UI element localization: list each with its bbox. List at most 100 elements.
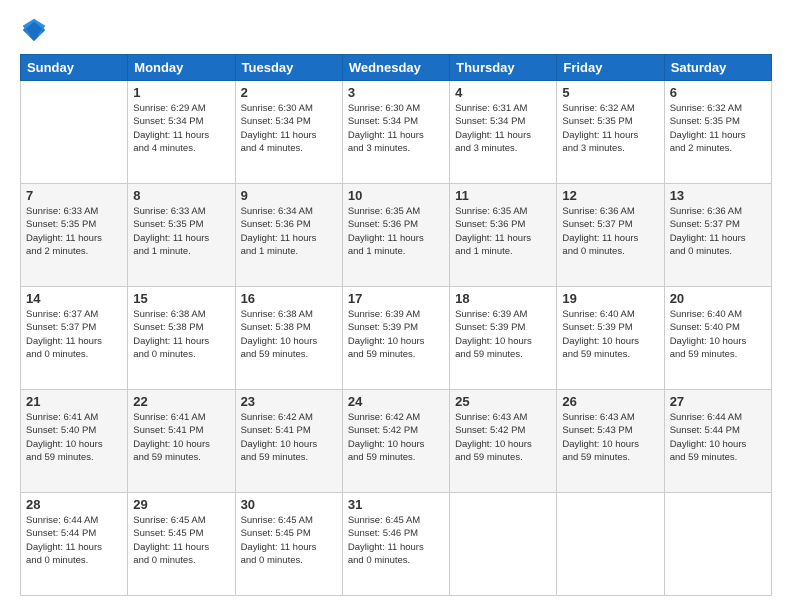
calendar-cell: 13 Sunrise: 6:36 AM Sunset: 5:37 PM Dayli… — [664, 184, 771, 287]
day-info: Sunrise: 6:41 AM Sunset: 5:40 PM Dayligh… — [26, 411, 122, 464]
day-info: Sunrise: 6:44 AM Sunset: 5:44 PM Dayligh… — [26, 514, 122, 567]
day-info: Sunrise: 6:35 AM Sunset: 5:36 PM Dayligh… — [348, 205, 444, 258]
day-number: 15 — [133, 291, 229, 306]
day-info: Sunrise: 6:45 AM Sunset: 5:45 PM Dayligh… — [133, 514, 229, 567]
day-number: 27 — [670, 394, 766, 409]
weekday-header: Friday — [557, 55, 664, 81]
calendar-cell: 26 Sunrise: 6:43 AM Sunset: 5:43 PM Dayli… — [557, 390, 664, 493]
day-info: Sunrise: 6:43 AM Sunset: 5:43 PM Dayligh… — [562, 411, 658, 464]
day-number: 3 — [348, 85, 444, 100]
calendar-cell: 22 Sunrise: 6:41 AM Sunset: 5:41 PM Dayli… — [128, 390, 235, 493]
calendar-cell: 1 Sunrise: 6:29 AM Sunset: 5:34 PM Daylig… — [128, 81, 235, 184]
page: SundayMondayTuesdayWednesdayThursdayFrid… — [0, 0, 792, 612]
day-info: Sunrise: 6:39 AM Sunset: 5:39 PM Dayligh… — [348, 308, 444, 361]
calendar-cell: 7 Sunrise: 6:33 AM Sunset: 5:35 PM Daylig… — [21, 184, 128, 287]
day-number: 5 — [562, 85, 658, 100]
calendar-week-row: 28 Sunrise: 6:44 AM Sunset: 5:44 PM Dayli… — [21, 493, 772, 596]
calendar-cell: 25 Sunrise: 6:43 AM Sunset: 5:42 PM Dayli… — [450, 390, 557, 493]
day-number: 20 — [670, 291, 766, 306]
calendar-cell: 27 Sunrise: 6:44 AM Sunset: 5:44 PM Dayli… — [664, 390, 771, 493]
calendar-cell: 8 Sunrise: 6:33 AM Sunset: 5:35 PM Daylig… — [128, 184, 235, 287]
day-number: 19 — [562, 291, 658, 306]
day-number: 16 — [241, 291, 337, 306]
calendar-cell: 2Sunrise: 6:30 AM Sunset: 5:34 PM Daylig… — [235, 81, 342, 184]
calendar-cell: 4 Sunrise: 6:31 AM Sunset: 5:34 PM Daylig… — [450, 81, 557, 184]
day-number: 31 — [348, 497, 444, 512]
day-number: 1 — [133, 85, 229, 100]
calendar-cell: 19 Sunrise: 6:40 AM Sunset: 5:39 PM Dayli… — [557, 287, 664, 390]
weekday-header: Tuesday — [235, 55, 342, 81]
calendar-week-row: 7 Sunrise: 6:33 AM Sunset: 5:35 PM Daylig… — [21, 184, 772, 287]
weekday-header: Sunday — [21, 55, 128, 81]
day-number: 18 — [455, 291, 551, 306]
weekday-header: Thursday — [450, 55, 557, 81]
day-info: Sunrise: 6:45 AM Sunset: 5:46 PM Dayligh… — [348, 514, 444, 567]
day-info: Sunrise: 6:33 AM Sunset: 5:35 PM Dayligh… — [133, 205, 229, 258]
day-number: 24 — [348, 394, 444, 409]
day-info: Sunrise: 6:30 AM Sunset: 5:34 PM Dayligh… — [241, 102, 337, 155]
calendar-cell — [450, 493, 557, 596]
calendar-cell: 28 Sunrise: 6:44 AM Sunset: 5:44 PM Dayli… — [21, 493, 128, 596]
calendar-cell: 9Sunrise: 6:34 AM Sunset: 5:36 PM Daylig… — [235, 184, 342, 287]
day-number: 9 — [241, 188, 337, 203]
calendar-table: SundayMondayTuesdayWednesdayThursdayFrid… — [20, 54, 772, 596]
day-number: 29 — [133, 497, 229, 512]
calendar-cell: 16Sunrise: 6:38 AM Sunset: 5:38 PM Dayli… — [235, 287, 342, 390]
header — [20, 16, 772, 44]
day-number: 6 — [670, 85, 766, 100]
calendar-cell: 14Sunrise: 6:37 AM Sunset: 5:37 PM Dayli… — [21, 287, 128, 390]
day-number: 11 — [455, 188, 551, 203]
logo-icon — [20, 16, 48, 44]
day-number: 28 — [26, 497, 122, 512]
day-number: 30 — [241, 497, 337, 512]
calendar-cell: 20 Sunrise: 6:40 AM Sunset: 5:40 PM Dayli… — [664, 287, 771, 390]
weekday-header: Saturday — [664, 55, 771, 81]
day-info: Sunrise: 6:40 AM Sunset: 5:39 PM Dayligh… — [562, 308, 658, 361]
day-info: Sunrise: 6:32 AM Sunset: 5:35 PM Dayligh… — [562, 102, 658, 155]
calendar-cell — [557, 493, 664, 596]
logo — [20, 16, 52, 44]
calendar-cell: 18 Sunrise: 6:39 AM Sunset: 5:39 PM Dayli… — [450, 287, 557, 390]
calendar-cell: 23 Sunrise: 6:42 AM Sunset: 5:41 PM Dayli… — [235, 390, 342, 493]
calendar-cell: 10 Sunrise: 6:35 AM Sunset: 5:36 PM Dayli… — [342, 184, 449, 287]
calendar-cell: 5 Sunrise: 6:32 AM Sunset: 5:35 PM Daylig… — [557, 81, 664, 184]
calendar-week-row: 21 Sunrise: 6:41 AM Sunset: 5:40 PM Dayli… — [21, 390, 772, 493]
day-number: 8 — [133, 188, 229, 203]
day-info: Sunrise: 6:45 AM Sunset: 5:45 PM Dayligh… — [241, 514, 337, 567]
calendar-cell: 30 Sunrise: 6:45 AM Sunset: 5:45 PM Dayli… — [235, 493, 342, 596]
day-number: 10 — [348, 188, 444, 203]
day-info: Sunrise: 6:37 AM Sunset: 5:37 PM Dayligh… — [26, 308, 122, 361]
day-number: 7 — [26, 188, 122, 203]
calendar-cell: 21 Sunrise: 6:41 AM Sunset: 5:40 PM Dayli… — [21, 390, 128, 493]
day-number: 13 — [670, 188, 766, 203]
day-number: 21 — [26, 394, 122, 409]
day-info: Sunrise: 6:33 AM Sunset: 5:35 PM Dayligh… — [26, 205, 122, 258]
day-info: Sunrise: 6:42 AM Sunset: 5:41 PM Dayligh… — [241, 411, 337, 464]
calendar-cell: 6Sunrise: 6:32 AM Sunset: 5:35 PM Daylig… — [664, 81, 771, 184]
day-number: 25 — [455, 394, 551, 409]
day-number: 17 — [348, 291, 444, 306]
day-info: Sunrise: 6:29 AM Sunset: 5:34 PM Dayligh… — [133, 102, 229, 155]
day-info: Sunrise: 6:31 AM Sunset: 5:34 PM Dayligh… — [455, 102, 551, 155]
day-info: Sunrise: 6:41 AM Sunset: 5:41 PM Dayligh… — [133, 411, 229, 464]
calendar-cell: 31 Sunrise: 6:45 AM Sunset: 5:46 PM Dayli… — [342, 493, 449, 596]
calendar-week-row: 14Sunrise: 6:37 AM Sunset: 5:37 PM Dayli… — [21, 287, 772, 390]
day-number: 26 — [562, 394, 658, 409]
day-info: Sunrise: 6:36 AM Sunset: 5:37 PM Dayligh… — [562, 205, 658, 258]
calendar-cell: 3 Sunrise: 6:30 AM Sunset: 5:34 PM Daylig… — [342, 81, 449, 184]
day-info: Sunrise: 6:40 AM Sunset: 5:40 PM Dayligh… — [670, 308, 766, 361]
calendar-cell — [664, 493, 771, 596]
calendar-cell: 15Sunrise: 6:38 AM Sunset: 5:38 PM Dayli… — [128, 287, 235, 390]
day-info: Sunrise: 6:36 AM Sunset: 5:37 PM Dayligh… — [670, 205, 766, 258]
day-info: Sunrise: 6:44 AM Sunset: 5:44 PM Dayligh… — [670, 411, 766, 464]
day-number: 12 — [562, 188, 658, 203]
day-number: 22 — [133, 394, 229, 409]
day-number: 4 — [455, 85, 551, 100]
day-info: Sunrise: 6:30 AM Sunset: 5:34 PM Dayligh… — [348, 102, 444, 155]
day-info: Sunrise: 6:43 AM Sunset: 5:42 PM Dayligh… — [455, 411, 551, 464]
day-number: 23 — [241, 394, 337, 409]
calendar-cell: 11Sunrise: 6:35 AM Sunset: 5:36 PM Dayli… — [450, 184, 557, 287]
calendar-cell: 29 Sunrise: 6:45 AM Sunset: 5:45 PM Dayli… — [128, 493, 235, 596]
day-info: Sunrise: 6:39 AM Sunset: 5:39 PM Dayligh… — [455, 308, 551, 361]
weekday-header: Monday — [128, 55, 235, 81]
